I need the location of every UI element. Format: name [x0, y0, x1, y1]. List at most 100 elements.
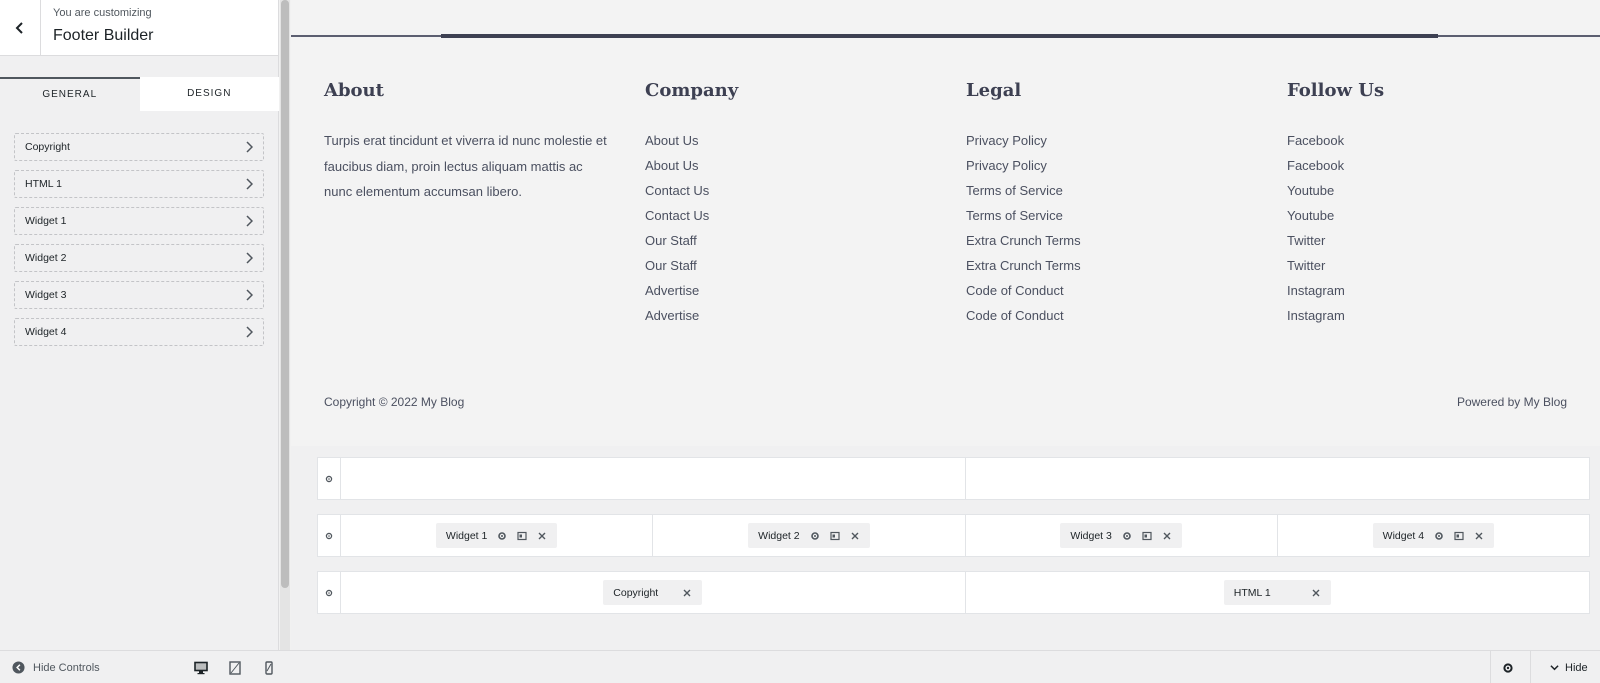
widget-chip-widget-1[interactable]: Widget 1 — [435, 523, 558, 548]
row-settings-button[interactable] — [318, 458, 341, 499]
divider — [1530, 651, 1531, 683]
footer-link[interactable]: Contact Us — [645, 203, 966, 228]
footer-link[interactable]: Facebook — [1287, 128, 1600, 153]
sidebar-item-widget-1[interactable]: Widget 1 — [14, 207, 264, 235]
gear-icon — [325, 589, 333, 596]
sidebar-item-label: Widget 2 — [25, 252, 67, 264]
hide-builder-button[interactable]: Hide — [1550, 651, 1588, 683]
gear-icon[interactable] — [810, 531, 820, 541]
builder-cell[interactable]: HTML 1 — [966, 572, 1590, 613]
builder-cell[interactable] — [341, 458, 966, 499]
chevron-right-icon — [246, 141, 253, 153]
builder-cell[interactable] — [966, 458, 1590, 499]
sidebar-item-html-1[interactable]: HTML 1 — [14, 170, 264, 198]
footer-link[interactable]: Instagram — [1287, 278, 1600, 303]
footer-link[interactable]: Our Staff — [645, 253, 966, 278]
column-heading: Company — [645, 80, 739, 101]
widget-chip-widget-3[interactable]: Widget 3 — [1060, 523, 1182, 548]
scrollbar-thumb[interactable] — [281, 0, 289, 588]
hide-label: Hide — [1565, 661, 1588, 674]
tablet-icon[interactable] — [228, 660, 242, 675]
builder-cell[interactable]: Widget 1 — [341, 515, 654, 556]
sidebar-header: You are customizing Footer Builder — [0, 0, 278, 56]
close-icon[interactable] — [682, 588, 692, 598]
gear-icon[interactable] — [1122, 531, 1132, 541]
builder-row-bottom: Copyright HTML 1 — [317, 571, 1590, 614]
gear-icon[interactable] — [1502, 661, 1514, 679]
desktop-icon[interactable] — [194, 661, 208, 675]
footer-link[interactable]: Advertise — [645, 303, 966, 328]
footer-link[interactable]: Contact Us — [645, 178, 966, 203]
collapse-icon — [12, 661, 25, 674]
close-icon[interactable] — [850, 531, 860, 541]
footer-link[interactable]: Terms of Service — [966, 203, 1287, 228]
footer-link[interactable]: Instagram — [1287, 303, 1600, 328]
gear-icon[interactable] — [497, 531, 507, 541]
widget-chip-widget-2[interactable]: Widget 2 — [748, 523, 870, 548]
footer-link[interactable]: Youtube — [1287, 203, 1600, 228]
sidebar-title-block: You are customizing Footer Builder — [41, 0, 154, 55]
widget-chip-html-1[interactable]: HTML 1 — [1223, 580, 1331, 605]
footer-builder-area: Widget 1 Widget 2 Widget 3 Widget 4 Copy… — [291, 446, 1600, 650]
layout-icon[interactable] — [517, 531, 527, 541]
hide-controls-label: Hide Controls — [33, 661, 100, 674]
close-icon[interactable] — [1162, 531, 1172, 541]
gear-icon[interactable] — [1434, 531, 1444, 541]
chevron-right-icon — [246, 252, 253, 264]
footer-link[interactable]: Facebook — [1287, 153, 1600, 178]
widget-chip-widget-4[interactable]: Widget 4 — [1372, 523, 1495, 548]
sidebar-item-label: Widget 4 — [25, 326, 67, 338]
layout-icon[interactable] — [1142, 531, 1152, 541]
close-icon[interactable] — [1474, 531, 1484, 541]
column-heading: About — [324, 80, 384, 101]
chip-label: Widget 1 — [445, 529, 488, 542]
sidebar-item-widget-4[interactable]: Widget 4 — [14, 318, 264, 346]
footer-link[interactable]: Youtube — [1287, 178, 1600, 203]
column-heading: Legal — [966, 80, 1022, 101]
builder-row-top — [317, 457, 1590, 500]
close-icon[interactable] — [1311, 588, 1321, 598]
footer-link[interactable]: Privacy Policy — [966, 128, 1287, 153]
builder-cell[interactable]: Copyright — [341, 572, 966, 613]
row-settings-button[interactable] — [318, 572, 341, 613]
sidebar-item-label: HTML 1 — [25, 178, 62, 190]
builder-cell[interactable]: Widget 3 — [966, 515, 1278, 556]
builder-cell[interactable]: Widget 2 — [653, 515, 966, 556]
footer-link[interactable]: Terms of Service — [966, 178, 1287, 203]
about-text: Turpis erat tincidunt et viverra id nunc… — [324, 133, 607, 199]
widget-chip-copyright[interactable]: Copyright — [603, 580, 703, 605]
footer-link[interactable]: Extra Crunch Terms — [966, 253, 1287, 278]
footer-link[interactable]: Privacy Policy — [966, 153, 1287, 178]
footer-link[interactable]: About Us — [645, 128, 966, 153]
device-preview-switcher — [194, 651, 276, 683]
divider — [1490, 651, 1491, 683]
customizer-footer-bar: Hide Controls Hide — [0, 650, 1600, 683]
footer-link[interactable]: Twitter — [1287, 228, 1600, 253]
customizing-label: You are customizing — [53, 7, 152, 19]
back-button[interactable] — [0, 0, 41, 56]
footer-link[interactable]: Code of Conduct — [966, 278, 1287, 303]
footer-link[interactable]: Extra Crunch Terms — [966, 228, 1287, 253]
footer-link[interactable]: Our Staff — [645, 228, 966, 253]
chip-label: Copyright — [613, 586, 659, 599]
footer-link[interactable]: Advertise — [645, 278, 966, 303]
layout-icon[interactable] — [829, 531, 840, 541]
hide-controls-button[interactable]: Hide Controls — [12, 651, 100, 683]
sidebar-item-widget-2[interactable]: Widget 2 — [14, 244, 264, 272]
close-icon[interactable] — [537, 531, 547, 541]
mobile-icon[interactable] — [262, 660, 276, 675]
tab-general[interactable]: GENERAL — [0, 77, 140, 111]
divider-line-accent — [441, 34, 1438, 38]
footer-link[interactable]: Code of Conduct — [966, 303, 1287, 328]
sidebar-item-copyright[interactable]: Copyright — [14, 133, 264, 161]
sidebar-item-widget-3[interactable]: Widget 3 — [14, 281, 264, 309]
sidebar-scrollbar[interactable] — [280, 0, 290, 650]
footer-link[interactable]: About Us — [645, 153, 966, 178]
row-settings-button[interactable] — [318, 515, 341, 556]
builder-cell[interactable]: Widget 4 — [1278, 515, 1589, 556]
chevron-right-icon — [246, 326, 253, 338]
column-heading: Follow Us — [1287, 80, 1385, 101]
layout-icon[interactable] — [1454, 531, 1464, 541]
footer-link[interactable]: Twitter — [1287, 253, 1600, 278]
tab-design[interactable]: DESIGN — [140, 77, 280, 111]
